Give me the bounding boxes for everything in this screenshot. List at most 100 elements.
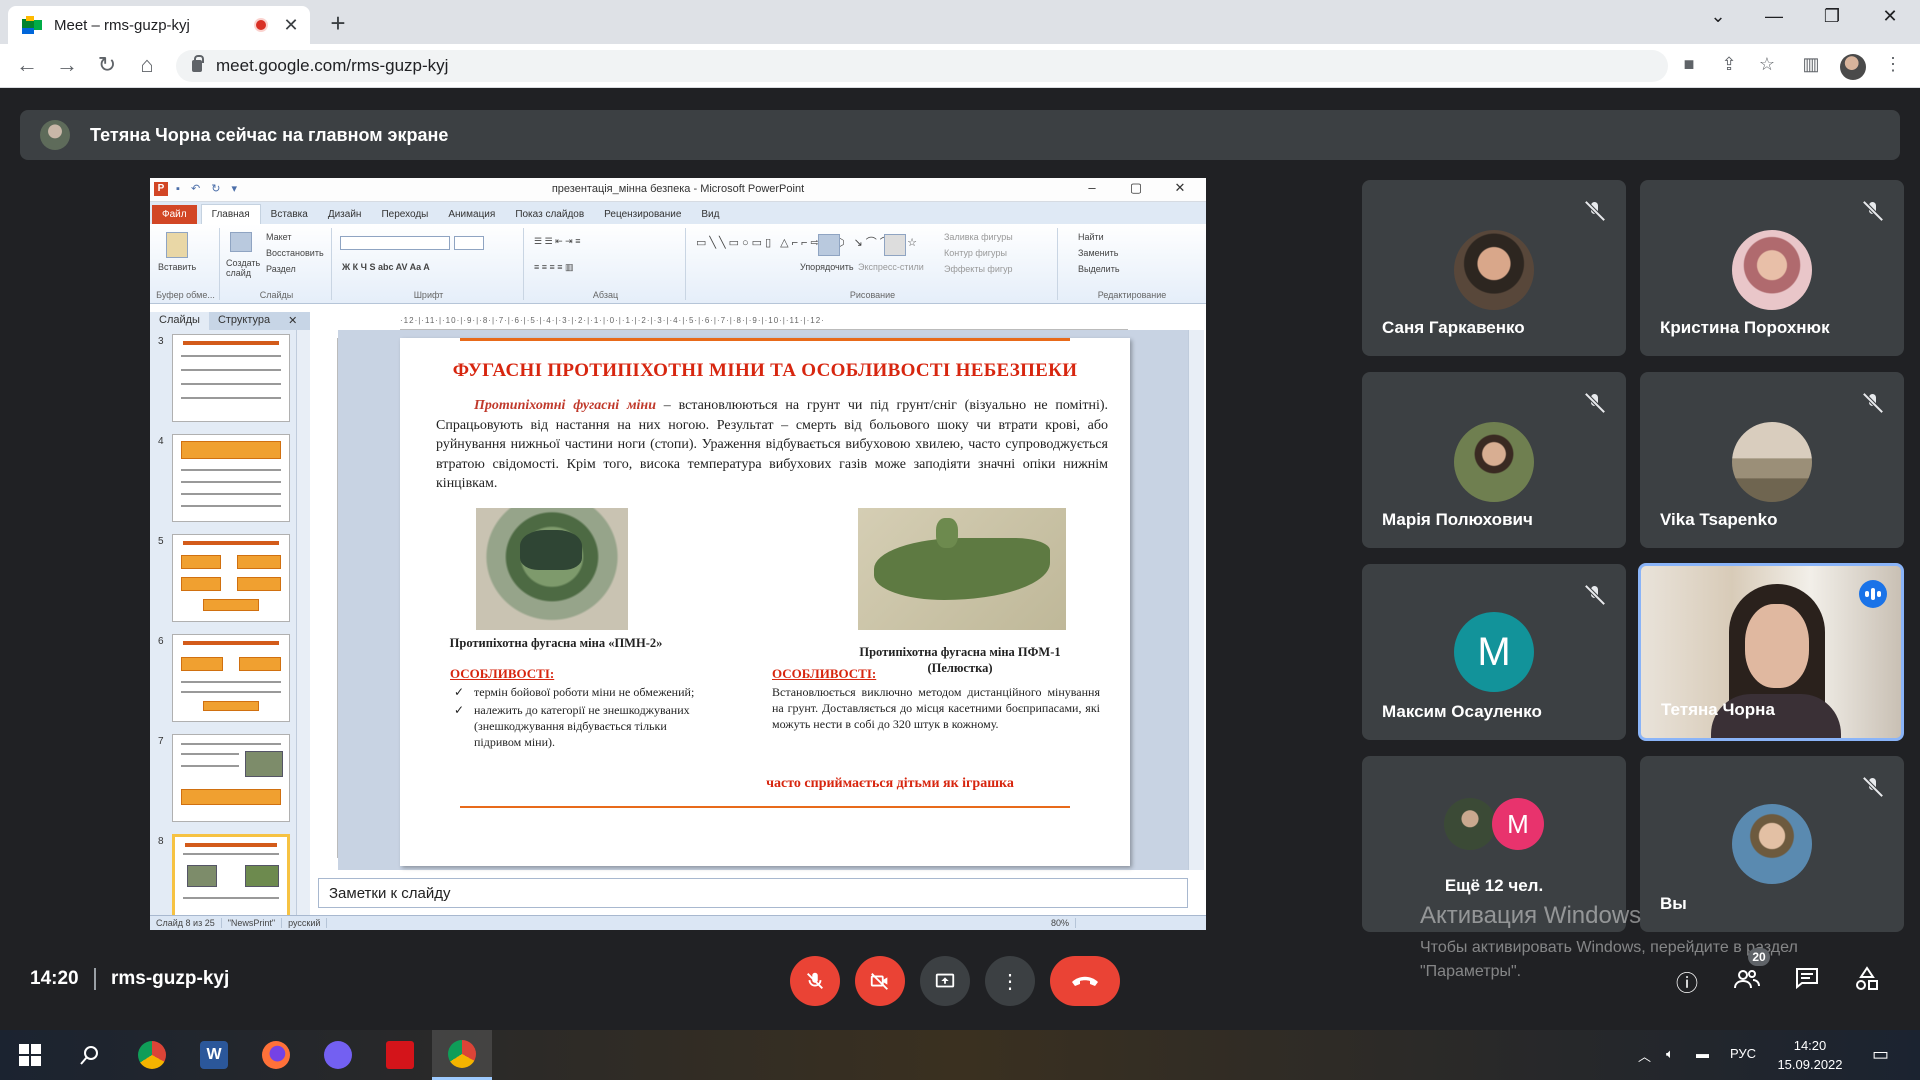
tab-search-icon[interactable]: ⌄ <box>1698 6 1738 27</box>
input-language[interactable]: РУС <box>1730 1046 1756 1061</box>
thumbnail-row: 5 <box>150 534 300 626</box>
taskbar-acrobat[interactable] <box>370 1030 430 1080</box>
chat-button[interactable] <box>1792 966 1822 996</box>
search-icon <box>80 1046 98 1065</box>
current-slide: ФУГАСНІ ПРОТИПІХОТНІ МІНИ ТА ОСОБЛИВОСТІ… <box>400 338 1130 866</box>
participant-avatar <box>1454 422 1534 502</box>
camera-person-face <box>1745 604 1809 688</box>
maximize-button[interactable]: ❐ <box>1812 6 1852 27</box>
share-icon[interactable]: ⇪ <box>1716 54 1742 75</box>
slide-thumbnails: 3 4 5 6 7 8 <box>150 330 310 922</box>
minimize-button[interactable]: — <box>1754 6 1794 27</box>
ribbon-group-clipboard: Вставить Буфер обме... <box>152 228 220 300</box>
slide-top-rule <box>460 338 1070 341</box>
search-button[interactable] <box>60 1030 120 1080</box>
speaking-indicator-icon <box>1859 580 1887 608</box>
browser-toolbar: ← → ↻ ⌂ meet.google.com/rms-guzp-kyj ■ ⇪… <box>0 44 1920 88</box>
taskbar-time: 14:20 <box>1793 1038 1827 1053</box>
horizontal-ruler: ·12·|·11·|·10·|·9·|·8·|·7·|·6·|·5·|·4·|·… <box>400 316 1128 330</box>
replace-label: Заменить <box>1078 248 1119 258</box>
camera-toggle-button[interactable] <box>855 956 905 1006</box>
select-label: Выделить <box>1078 264 1120 274</box>
slide-scrollbar <box>1188 330 1204 870</box>
tab-title: Meet – rms-guzp-kyj <box>54 16 190 34</box>
self-avatar <box>1732 804 1812 884</box>
taskbar-chrome-active[interactable] <box>432 1030 492 1080</box>
participant-tile[interactable]: Кристина Порохнюк <box>1640 180 1904 356</box>
presenter-avatar <box>40 120 70 150</box>
participant-tile-active-speaker[interactable]: Тетяна Чорна <box>1638 563 1904 741</box>
more-vertical-icon: ⋮ <box>1000 970 1020 993</box>
participant-tile-self[interactable]: Вы <box>1640 756 1904 932</box>
profile-avatar[interactable] <box>1840 54 1866 80</box>
slide-thumbnail <box>172 334 290 422</box>
feature-item: термін бойової роботи міни не обмежений; <box>450 684 710 700</box>
shape-effects-label: Эффекты фигур <box>944 264 1013 274</box>
status-zoom: 80% <box>1045 918 1076 928</box>
taskbar-viber[interactable] <box>308 1030 368 1080</box>
meeting-details-button[interactable]: ⓘ <box>1672 966 1702 996</box>
bookmark-star-icon[interactable]: ☆ <box>1754 54 1780 75</box>
panel-tab-slides: Слайды <box>150 312 209 330</box>
slide-thumbnail <box>172 434 290 522</box>
people-button[interactable] <box>1732 966 1762 996</box>
chrome-icon <box>448 1039 476 1068</box>
mic-toggle-button[interactable] <box>790 956 840 1006</box>
back-arrow-icon[interactable]: ← <box>12 52 42 78</box>
arrange-label: Упорядочить <box>800 262 854 272</box>
ribbon-group-paragraph: ☰ ☰ ⇤ ⇥ ≡ ≡ ≡ ≡ ≡ ▥ Абзац <box>526 228 686 300</box>
taskbar-firefox[interactable] <box>246 1030 306 1080</box>
lock-icon[interactable] <box>192 55 204 72</box>
reload-icon[interactable]: ↻ <box>92 52 122 78</box>
slide-paragraph: Протипіхотні фугасні міни – встановлюють… <box>436 396 1108 494</box>
slide-bottom-rule <box>460 806 1070 808</box>
browser-menu-icon[interactable]: ⋮ <box>1880 54 1906 75</box>
close-window-button[interactable]: ✕ <box>1870 6 1910 27</box>
side-panel-icon[interactable]: ▥ <box>1798 54 1824 75</box>
features-text-right: Встановлюється виключно методом дистанці… <box>772 685 1100 731</box>
features-list-left: термін бойової роботи міни не обмежений;… <box>450 684 710 752</box>
taskbar-chrome[interactable] <box>122 1030 182 1080</box>
thumbnail-number: 5 <box>158 536 164 547</box>
new-tab-button[interactable]: + <box>324 8 352 39</box>
browser-tab-meet[interactable]: Meet – rms-guzp-kyj ✕ <box>8 6 310 44</box>
address-bar[interactable]: meet.google.com/rms-guzp-kyj <box>176 50 1668 82</box>
shared-screen: P ▪ ↶ ↻ ▾ презентація_мінна безпека - Mi… <box>150 178 1206 930</box>
mic-off-icon <box>1584 584 1606 606</box>
participant-name: Кристина Порохнюк <box>1660 318 1830 337</box>
taskbar-word[interactable]: W <box>184 1030 244 1080</box>
present-screen-button[interactable] <box>920 956 970 1006</box>
volume-icon[interactable]: 🔈︎ <box>1666 1046 1674 1062</box>
battery-icon[interactable]: ▬ <box>1696 1046 1709 1061</box>
participant-tile[interactable]: Vika Tsapenko <box>1640 372 1904 548</box>
forward-arrow-icon[interactable]: → <box>52 52 82 78</box>
url-text[interactable]: meet.google.com/rms-guzp-kyj <box>216 56 448 76</box>
thumbnail-row: 4 <box>150 434 300 526</box>
ppt-minimize-icon: – <box>1088 180 1096 195</box>
participant-tile[interactable]: Саня Гаркавенко <box>1362 180 1626 356</box>
chat-icon <box>1796 968 1818 990</box>
panel-tab-outline: Структура <box>217 314 271 326</box>
participant-tile[interactable]: Марія Полюхович <box>1362 372 1626 548</box>
activities-button[interactable] <box>1852 966 1882 996</box>
mic-off-icon <box>1584 200 1606 222</box>
chrome-icon <box>138 1041 166 1069</box>
leave-call-button[interactable] <box>1050 956 1120 1006</box>
home-icon[interactable]: ⌂ <box>132 52 162 78</box>
features-heading-left: ОСОБЛИВОСТІ: <box>450 666 555 681</box>
participant-name: Максим Осауленко <box>1382 702 1542 721</box>
ppt-tab-slideshow: Показ слайдов <box>515 209 585 220</box>
notifications-icon[interactable]: ▭ <box>1872 1044 1889 1065</box>
ppt-tab-file: Файл <box>152 205 197 224</box>
participant-tile[interactable]: М Максим Осауленко <box>1362 564 1626 740</box>
thumbnail-row-selected: 8 <box>150 834 300 926</box>
slide-thumbnail <box>172 634 290 722</box>
tab-close-icon[interactable]: ✕ <box>282 15 300 36</box>
camera-in-use-icon[interactable]: ■ <box>1676 54 1702 75</box>
presenting-text: Тетяна Чорна сейчас на главном экране <box>90 124 449 145</box>
taskbar-clock[interactable]: 14:20 15.09.2022 <box>1770 1036 1850 1074</box>
tray-expand-icon[interactable]: ︿ <box>1638 1046 1651 1065</box>
ppt-tab-design: Дизайн <box>327 209 362 220</box>
start-button[interactable] <box>0 1030 60 1080</box>
more-options-button[interactable]: ⋮ <box>985 956 1035 1006</box>
